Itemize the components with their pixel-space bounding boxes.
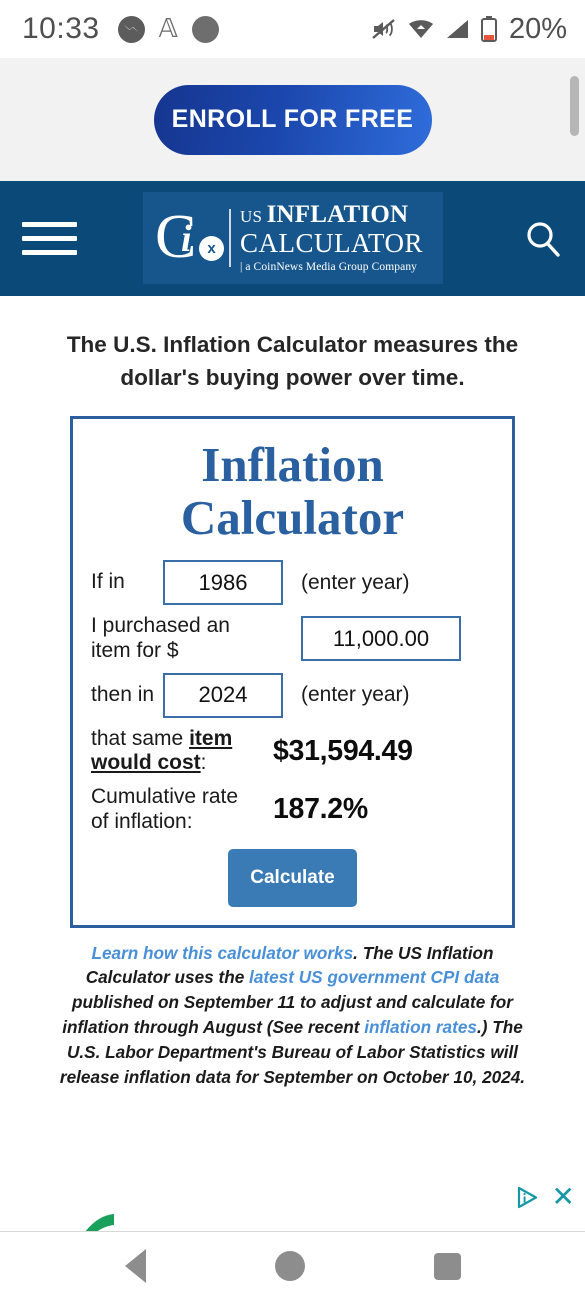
result-rate-label: Cumulative rate of inflation: (91, 785, 239, 833)
inflation-calculator-widget: Inflation Calculator If in (enter year) … (70, 416, 515, 928)
start-year-label: If in (91, 570, 125, 594)
nav-recents-button[interactable] (433, 1252, 461, 1280)
close-ad-icon[interactable]: ✕ (552, 1183, 575, 1211)
status-bar: 10:33 𝔸 20% (0, 0, 585, 58)
amount-label: I purchased an item for $ (91, 614, 230, 662)
enroll-for-free-button[interactable]: ENROLL FOR FREE (153, 84, 432, 155)
start-year-row: If in (enter year) (91, 560, 494, 606)
android-navigation-bar (0, 1232, 585, 1300)
coinnews-monogram-icon: C i x (153, 202, 225, 274)
ad-thumbnail-icon (76, 1205, 118, 1231)
result-rate-row: Cumulative rate of inflation: 187.2% (91, 785, 494, 835)
nav-home-button[interactable] (274, 1251, 305, 1281)
result-cost-row: that same item would cost: $31,594.49 (91, 727, 494, 777)
cpi-data-link[interactable]: latest US government CPI data (249, 967, 499, 987)
status-bar-notification-icons: 𝔸 (117, 14, 219, 43)
end-year-label: then in (91, 682, 155, 706)
battery-percentage: 20% (508, 12, 567, 45)
site-logo[interactable]: C i x US INFLATION CALCULATOR | a CoinNe… (143, 192, 443, 284)
cellular-signal-icon (445, 18, 470, 40)
logo-tagline-text: | a CoinNews Media Group Company (240, 261, 418, 274)
calculator-title: Inflation Calculator (91, 437, 494, 545)
font-a-icon: 𝔸 (158, 14, 178, 43)
adchoices-icon[interactable] (515, 1185, 540, 1210)
page-content: The U.S. Inflation Calculator measures t… (0, 329, 585, 1089)
phone-screen: 10:33 𝔸 20% ENROLL FOR FREE C i x US INF… (0, 0, 585, 1300)
mute-icon (371, 17, 397, 41)
logo-letter-i: i (181, 218, 192, 260)
page-tagline: The U.S. Inflation Calculator measures t… (66, 332, 519, 390)
logo-wordmark: US INFLATION CALCULATOR | a CoinNews Med… (240, 202, 423, 274)
logo-calculator-text: CALCULATOR (240, 228, 424, 259)
calculator-title-line1: Inflation (201, 437, 384, 493)
calculate-button[interactable]: Calculate (228, 848, 357, 907)
calculator-footnote: Learn how this calculator works. The US … (48, 941, 537, 1090)
logo-us-text: US (240, 207, 267, 227)
bottom-ad-strip: ✕ (0, 1177, 585, 1232)
hamburger-menu-icon[interactable] (22, 222, 77, 255)
banner-scrollbar[interactable] (570, 76, 579, 136)
gray-dot-icon (191, 15, 219, 43)
inflation-rates-link[interactable]: inflation rates (364, 1017, 477, 1037)
wifi-icon (408, 18, 434, 40)
end-year-row: then in (enter year) (91, 672, 494, 718)
status-bar-clock: 10:33 (22, 12, 100, 45)
promo-banner: ENROLL FOR FREE (0, 58, 585, 181)
result-rate-value: 187.2% (273, 793, 368, 826)
messenger-icon (117, 15, 145, 43)
site-header: C i x US INFLATION CALCULATOR | a CoinNe… (0, 181, 585, 296)
end-year-input[interactable] (163, 672, 283, 718)
amount-row: I purchased an item for $ (91, 614, 494, 664)
ad-controls: ✕ (515, 1183, 575, 1211)
end-year-hint: (enter year) (301, 683, 410, 707)
logo-inflation-text: INFLATION (266, 201, 409, 229)
start-year-input[interactable] (163, 560, 283, 606)
search-icon[interactable] (523, 219, 563, 259)
status-bar-system-icons: 20% (371, 13, 567, 46)
battery-icon (480, 16, 497, 42)
result-cost-label-pre: that same (91, 726, 190, 750)
result-cost-label: that same item would cost: (91, 727, 261, 777)
calculate-button-wrapper: Calculate (91, 848, 494, 907)
result-cost-label-post: : (200, 751, 207, 775)
calculator-title-line2: Calculator (180, 489, 405, 545)
logo-divider (229, 209, 231, 267)
learn-how-link[interactable]: Learn how this calculator works (91, 943, 353, 963)
logo-badge-x: x (199, 236, 224, 261)
nav-back-button[interactable] (124, 1249, 146, 1283)
amount-input[interactable] (301, 616, 461, 662)
result-cost-value: $31,594.49 (273, 734, 413, 767)
start-year-hint: (enter year) (301, 570, 410, 594)
